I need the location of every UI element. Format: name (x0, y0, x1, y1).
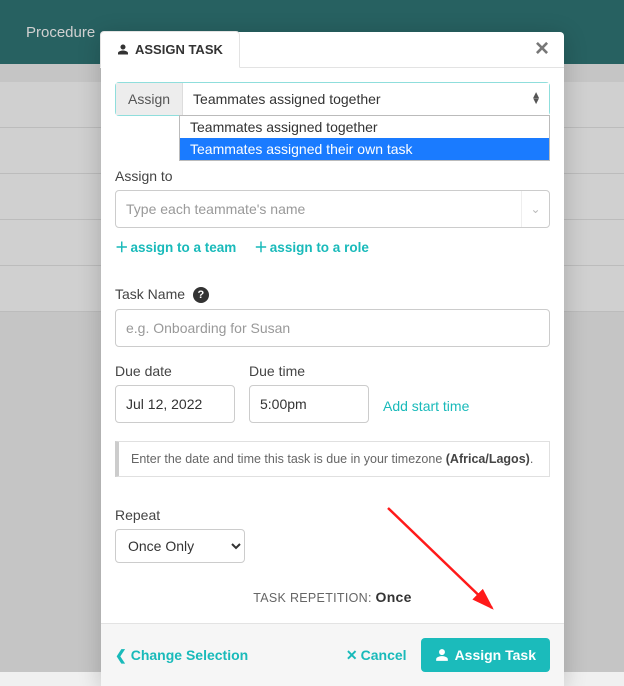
chevron-down-icon[interactable]: ⌄ (521, 191, 549, 227)
assign-mode-option-together[interactable]: Teammates assigned together (180, 116, 549, 138)
person-icon (117, 43, 129, 56)
modal-header: ASSIGN TASK × (101, 32, 564, 68)
help-icon[interactable]: ? (193, 287, 209, 303)
repeat-select[interactable]: Once Only (115, 529, 245, 563)
assign-team-link[interactable]: ＋assign to a team (115, 236, 236, 256)
timezone-note: Enter the date and time this task is due… (115, 441, 550, 477)
sort-icon: ▲▼ (531, 93, 541, 105)
due-date-col: Due date (115, 363, 235, 423)
modal-body: Assign Teammates assigned together ▲▼ Te… (101, 68, 564, 623)
close-icon: ✕ (346, 647, 358, 663)
add-start-time-link[interactable]: Add start time (383, 398, 469, 414)
assign-to-input[interactable]: Type each teammate's name ⌄ (115, 190, 550, 228)
assign-mode-dropdown: Teammates assigned together Teammates as… (179, 115, 550, 161)
due-date-input[interactable] (115, 385, 235, 423)
assign-links: ＋assign to a team ＋assign to a role (115, 236, 550, 256)
due-row: Due date Due time Add start time (115, 363, 550, 423)
assign-mode-row: Assign Teammates assigned together ▲▼ Te… (115, 82, 550, 116)
cancel-button[interactable]: ✕Cancel (346, 647, 407, 664)
repeat-label: Repeat (115, 507, 550, 523)
assign-label: Assign (116, 83, 183, 115)
assign-mode-option-own[interactable]: Teammates assigned their own task (180, 138, 549, 160)
assign-to-placeholder: Type each teammate's name (116, 201, 521, 217)
tab-assign-task[interactable]: ASSIGN TASK (100, 31, 240, 68)
assign-mode-selected: Teammates assigned together (193, 91, 381, 107)
assign-task-button[interactable]: Assign Task (421, 638, 550, 672)
task-name-label: Task Name ? (115, 286, 550, 303)
assign-role-link[interactable]: ＋assign to a role (254, 236, 369, 256)
assign-mode-select[interactable]: Teammates assigned together ▲▼ (183, 83, 549, 115)
assign-to-label: Assign to (115, 168, 550, 184)
modal-footer: ❮Change Selection ✕Cancel Assign Task (101, 623, 564, 686)
change-selection-link[interactable]: ❮Change Selection (115, 647, 248, 664)
close-icon[interactable]: × (530, 38, 554, 62)
due-time-col: Due time (249, 363, 369, 423)
due-time-input[interactable] (249, 385, 369, 423)
assign-task-modal: ASSIGN TASK × Assign Teammates assigned … (101, 32, 564, 686)
tab-label: ASSIGN TASK (135, 42, 223, 57)
plus-icon: ＋ (115, 240, 129, 255)
plus-icon: ＋ (254, 240, 268, 255)
person-icon (435, 648, 449, 662)
due-time-label: Due time (249, 363, 369, 379)
due-date-label: Due date (115, 363, 235, 379)
task-name-input[interactable] (115, 309, 550, 347)
task-repetition: TASK REPETITION: Once (115, 589, 550, 605)
chevron-left-icon: ❮ (115, 647, 127, 663)
